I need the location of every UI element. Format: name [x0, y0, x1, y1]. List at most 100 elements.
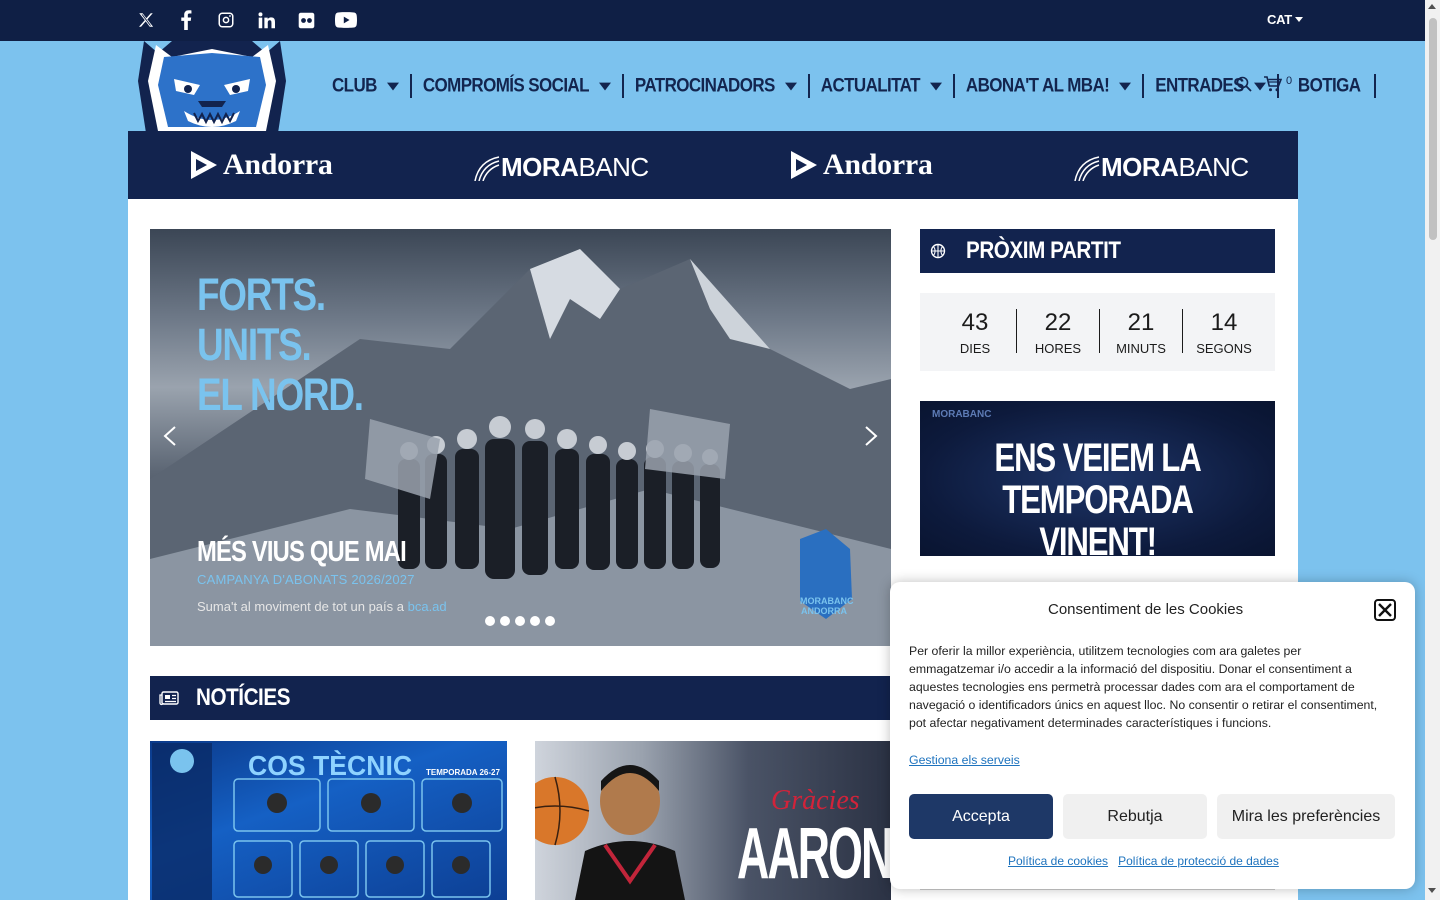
slide-headline-line: FORTS. — [197, 269, 326, 320]
slide-headline-line: EL NORD. — [197, 369, 364, 420]
chevron-down-icon — [1119, 82, 1132, 90]
news-card-title: AARON — [737, 814, 893, 894]
x-twitter-icon[interactable] — [126, 8, 166, 32]
newspaper-icon — [159, 691, 179, 706]
slider-dot[interactable] — [545, 616, 555, 626]
countdown-seconds: 14 SEGONS — [1183, 293, 1265, 371]
sponsor-andorra-label: Andorra — [823, 148, 933, 181]
countdown-minutes: 21 MINUTS — [1100, 293, 1182, 371]
slider-dot[interactable] — [530, 616, 540, 626]
countdown-days: 43 DIES — [934, 293, 1016, 371]
chevron-down-icon — [1294, 17, 1303, 22]
countdown-label: HORES — [1034, 340, 1082, 356]
nav-divider — [1142, 74, 1145, 98]
play-logo-icon — [191, 151, 217, 179]
facebook-icon[interactable] — [166, 8, 206, 32]
main-nav: CLUB COMPROMÍS SOCIAL PATROCINADORS ACTU… — [332, 74, 1387, 98]
nav-item-botiga[interactable]: BOTIGA — [1298, 75, 1361, 97]
countdown-value: 21 — [1127, 308, 1155, 336]
linkedin-icon[interactable] — [246, 8, 286, 32]
sponsor-morabanc[interactable]: MORA BANC — [1073, 152, 1249, 183]
news-card-title: COS TÈCNIC — [248, 750, 413, 781]
countdown-value: 22 — [1044, 308, 1072, 336]
slider-dot[interactable] — [515, 616, 525, 626]
slider-prev-arrow[interactable] — [163, 426, 177, 446]
slider-dots — [485, 616, 555, 626]
nav-item-patrocinadors[interactable]: PATROCINADORS — [635, 75, 797, 97]
promo-text: ENS VEIEM LA TEMPORADA VINENT! — [959, 437, 1236, 556]
sponsor-andorra-label: Andorra — [223, 148, 333, 181]
scroll-down-icon[interactable] — [1428, 888, 1436, 893]
slide-tagline: Suma't al moviment de tot un país a bca.… — [197, 599, 447, 614]
cookie-policy-links: Política de cookies Política de protecci… — [1008, 854, 1279, 868]
promo-brand: MORABANC — [932, 409, 992, 420]
nav-tools — [1236, 76, 1283, 97]
cookie-policy-link[interactable]: Política de cookies — [1008, 854, 1108, 868]
manage-services-link[interactable]: Gestiona els serveis — [909, 753, 1020, 767]
youtube-icon[interactable] — [326, 8, 366, 32]
nav-item-compromis-social[interactable]: COMPROMÍS SOCIAL — [423, 75, 611, 97]
nav-divider — [952, 74, 955, 98]
cart-icon[interactable] — [1264, 76, 1283, 97]
season-promo-banner[interactable]: MORABANC ENS VEIEM LA TEMPORADA VINENT! — [920, 401, 1275, 556]
countdown-value: 14 — [1210, 308, 1238, 336]
slide-tagline-text: Suma't al moviment de tot un país a — [197, 599, 404, 614]
nav-item-abonat[interactable]: ABONA'T AL MBA! — [965, 74, 1132, 97]
privacy-policy-link[interactable]: Política de protecció de dades — [1118, 854, 1279, 868]
sponsor-andorra[interactable]: Andorra — [189, 148, 333, 182]
sponsor-andorra[interactable]: Andorra — [789, 148, 933, 182]
nav-label: ABONA'T AL MBA! — [965, 74, 1110, 97]
nav-label: PATROCINADORS — [634, 74, 775, 97]
slide-headline: FORTS. UNITS. EL NORD. — [197, 269, 364, 420]
nav-divider — [409, 74, 412, 98]
nav-label: BOTIGA — [1297, 74, 1361, 97]
chevron-down-icon — [929, 82, 942, 90]
preferences-button[interactable]: Mira les preferències — [1217, 794, 1395, 839]
nav-divider — [807, 74, 810, 98]
nav-item-actualitat[interactable]: ACTUALITAT — [821, 75, 942, 97]
chevron-down-icon — [598, 82, 611, 90]
cookie-consent-dialog — [890, 582, 1415, 889]
page-scrollbar[interactable] — [1425, 0, 1440, 900]
sponsor-morabanc[interactable]: MORA BANC — [473, 152, 649, 183]
search-icon[interactable] — [1236, 76, 1252, 97]
slider-next-arrow[interactable] — [864, 426, 878, 446]
next-match-title: PRÒXIM PARTIT — [966, 237, 1121, 264]
slide-subtitle: CAMPANYA D'ABONATS 2026/2027 — [197, 572, 415, 587]
slide-club-logo-text: MORABANC ANDORRA — [800, 596, 854, 616]
language-selector[interactable]: CAT — [1267, 12, 1303, 27]
scroll-up-icon[interactable] — [1428, 4, 1436, 9]
top-social-bar: CAT — [0, 0, 1425, 41]
nav-label: ACTUALITAT — [820, 74, 921, 97]
chevron-left-icon — [163, 426, 176, 446]
slide-tagline-link[interactable]: bca.ad — [408, 599, 447, 614]
club-logo[interactable] — [138, 39, 286, 133]
countdown-label: SEGONS — [1196, 340, 1252, 356]
reject-button[interactable]: Rebutja — [1063, 794, 1207, 839]
slide-title: MÉS VIUS QUE MAI — [197, 536, 407, 568]
nav-label: COMPROMÍS SOCIAL — [422, 74, 590, 97]
social-links — [126, 8, 366, 32]
chevron-down-icon — [386, 82, 399, 90]
countdown-label: MINUTS — [1116, 340, 1166, 356]
sponsor-mora-bold: MORA — [1101, 152, 1179, 182]
nav-item-club[interactable]: CLUB — [332, 75, 399, 97]
sponsor-mora-bold: MORA — [501, 152, 579, 182]
flickr-icon[interactable] — [286, 8, 326, 32]
promo-line: ENS VEIEM LA — [994, 436, 1201, 480]
morabanc-wave-icon — [1074, 155, 1100, 181]
instagram-icon[interactable] — [206, 8, 246, 32]
scrollbar-thumb[interactable] — [1429, 18, 1437, 240]
next-match-header: PRÒXIM PARTIT — [920, 229, 1275, 273]
language-label: CAT — [1267, 12, 1292, 27]
news-card-subtitle: TEMPORADA 26-27 — [426, 768, 500, 777]
play-logo-icon — [791, 151, 817, 179]
nav-label: CLUB — [332, 74, 377, 97]
chevron-down-icon — [784, 82, 797, 90]
accept-button[interactable]: Accepta — [909, 794, 1053, 839]
sponsor-mora-light: BANC — [578, 152, 649, 182]
close-button[interactable] — [1374, 599, 1396, 621]
slider-dot[interactable] — [500, 616, 510, 626]
slider-dot[interactable] — [485, 616, 495, 626]
cookie-dialog-title: Consentiment de les Cookies — [1048, 601, 1244, 618]
